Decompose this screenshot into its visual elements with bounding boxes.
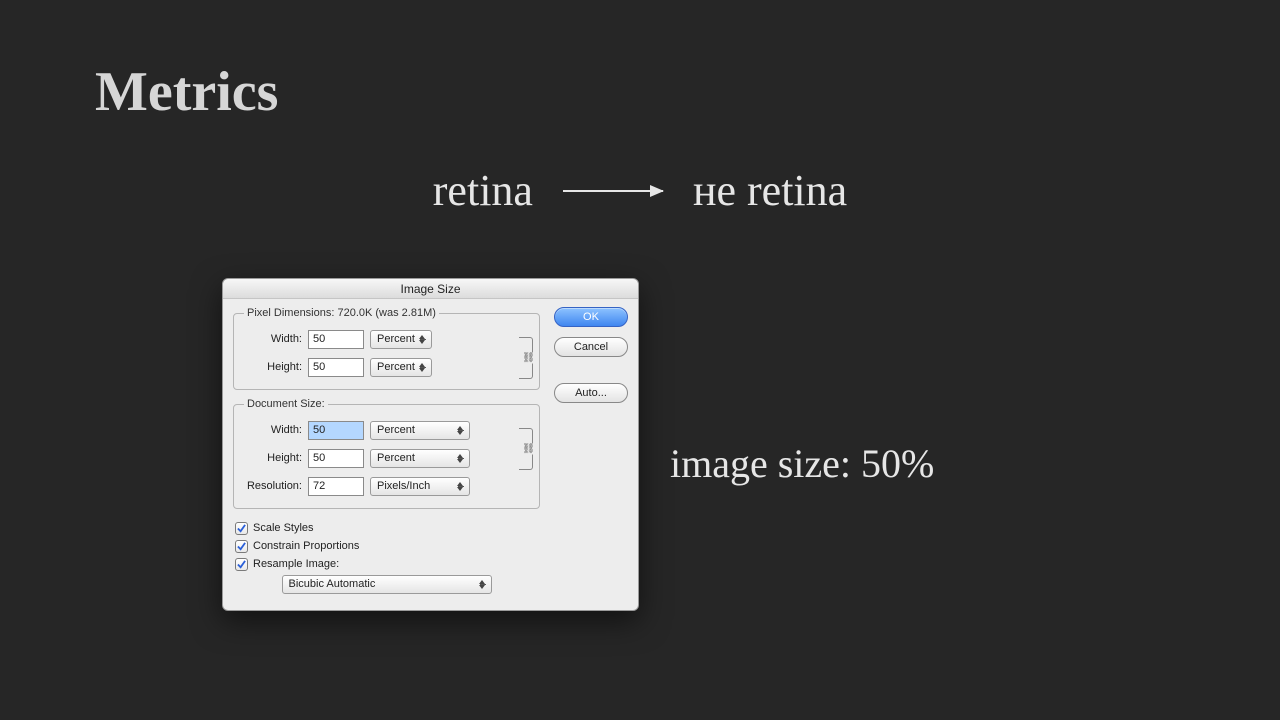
ds-height-label: Height: xyxy=(244,452,302,464)
pd-width-unit-select[interactable]: Percent xyxy=(370,330,432,349)
arrow-left-label: retina xyxy=(433,165,533,216)
ds-width-label: Width: xyxy=(244,424,302,436)
ds-height-input[interactable]: 50 xyxy=(308,449,364,468)
dialog-title: Image Size xyxy=(223,279,638,299)
constrain-checkbox[interactable] xyxy=(235,540,248,553)
ds-resolution-label: Resolution: xyxy=(244,480,302,492)
pd-height-unit-select[interactable]: Percent xyxy=(370,358,432,377)
pd-link-icon: ⛓ xyxy=(519,337,533,379)
arrow-right-label: не retina xyxy=(693,165,847,216)
auto-button[interactable]: Auto... xyxy=(554,383,628,403)
pd-width-label: Width: xyxy=(244,333,302,345)
pd-width-input[interactable]: 50 xyxy=(308,330,364,349)
cancel-button[interactable]: Cancel xyxy=(554,337,628,357)
retina-arrow-row: retina не retina xyxy=(0,165,1280,216)
ok-button[interactable]: OK xyxy=(554,307,628,327)
ds-height-unit-select[interactable]: Percent xyxy=(370,449,470,468)
ds-resolution-input[interactable]: 72 xyxy=(308,477,364,496)
arrow-icon xyxy=(563,190,663,192)
ds-link-icon: ⛓ xyxy=(519,428,533,470)
resample-label: Resample Image: xyxy=(253,558,339,570)
pixel-dimensions-group: Pixel Dimensions: 720.0K (was 2.81M) Wid… xyxy=(233,307,540,390)
resample-method-select[interactable]: Bicubic Automatic xyxy=(282,575,492,594)
slide-title: Metrics xyxy=(95,60,278,124)
scale-styles-checkbox[interactable] xyxy=(235,522,248,535)
image-size-caption: image size: 50% xyxy=(670,440,934,487)
pd-height-input[interactable]: 50 xyxy=(308,358,364,377)
resample-checkbox[interactable] xyxy=(235,558,248,571)
document-size-legend: Document Size: xyxy=(244,398,328,410)
constrain-label: Constrain Proportions xyxy=(253,540,359,552)
scale-styles-label: Scale Styles xyxy=(253,522,314,534)
pixel-dimensions-legend: Pixel Dimensions: 720.0K (was 2.81M) xyxy=(244,307,439,319)
ds-width-input[interactable]: 50 xyxy=(308,421,364,440)
document-size-group: Document Size: Width: 50 Percent Height:… xyxy=(233,398,540,509)
ds-width-unit-select[interactable]: Percent xyxy=(370,421,470,440)
image-size-dialog: Image Size Pixel Dimensions: 720.0K (was… xyxy=(222,278,639,611)
pd-height-label: Height: xyxy=(244,361,302,373)
ds-resolution-unit-select[interactable]: Pixels/Inch xyxy=(370,477,470,496)
